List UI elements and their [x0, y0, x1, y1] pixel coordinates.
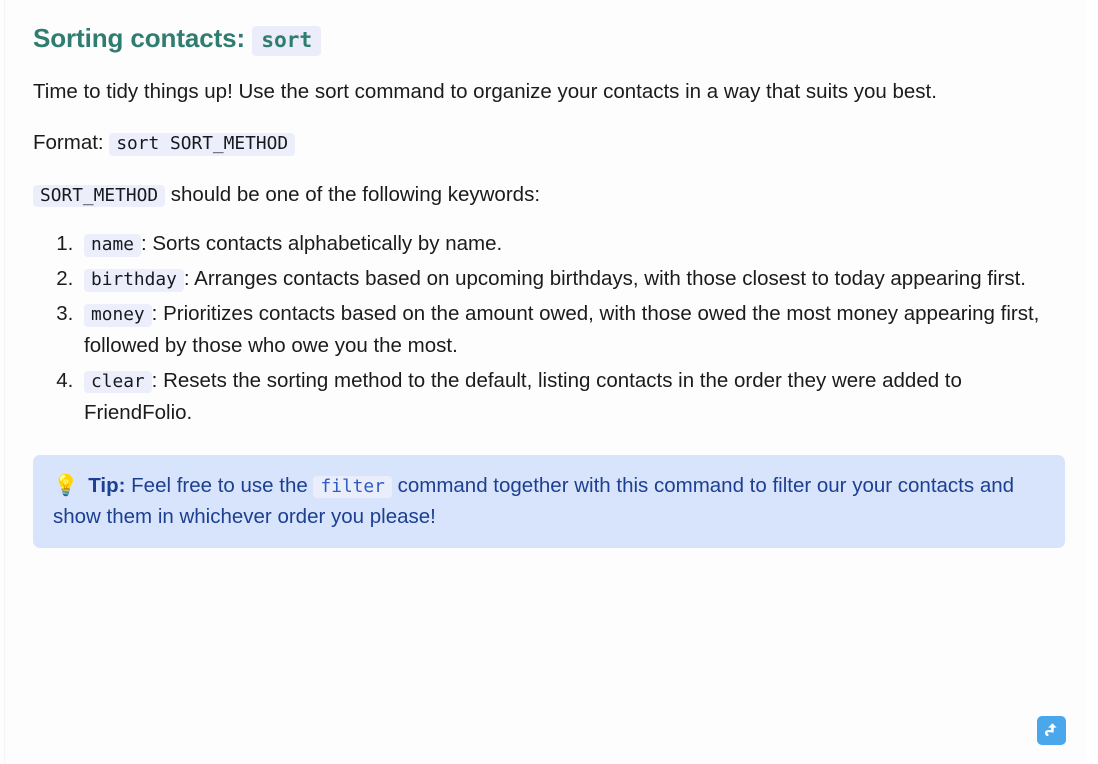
- page-title-code-sort: sort: [252, 26, 322, 57]
- keyword-separator: :: [183, 266, 190, 290]
- list-item: birthday: Arranges contacts based on upc…: [79, 263, 1073, 295]
- tip-text-before: Feel free to use the: [131, 473, 308, 497]
- format-label: Format:: [33, 131, 104, 155]
- list-item: money: Prioritizes contacts based on the…: [79, 298, 1073, 362]
- keyword-code-birthday: birthday: [84, 268, 184, 292]
- scroll-to-top-button[interactable]: [1037, 716, 1066, 745]
- intro-paragraph: Time to tidy things up! Use the sort com…: [33, 80, 937, 104]
- user-guide-page: Sorting contacts: sort Time to tidy thin…: [0, 0, 1098, 764]
- format-code: sort SORT_METHOD: [109, 133, 296, 157]
- keyword-separator: :: [151, 368, 158, 392]
- tip-callout: 💡 Tip: Feel free to use the filter comma…: [33, 454, 1065, 548]
- arrow-heading-up-icon: [1045, 723, 1057, 737]
- sort-method-code: SORT_METHOD: [33, 184, 166, 208]
- content-column: Sorting contacts: sort Time to tidy thin…: [33, 0, 1073, 548]
- list-item: clear: Resets the sorting method to the …: [79, 365, 1073, 429]
- list-item: name: Sorts contacts alphabetically by n…: [79, 228, 1073, 260]
- keyword-code-name: name: [84, 233, 141, 257]
- tip-code-filter: filter: [313, 475, 392, 499]
- keyword-intro-line: SORT_METHOD should be one of the followi…: [33, 179, 1065, 210]
- keyword-list: name: Sorts contacts alphabetically by n…: [33, 228, 1073, 429]
- keyword-code-money: money: [84, 303, 152, 327]
- keyword-description: Prioritizes contacts based on the amount…: [84, 301, 1040, 357]
- keyword-separator: :: [140, 231, 147, 255]
- keyword-intro-text: should be one of the following keywords:: [170, 182, 541, 206]
- keyword-description: Arranges contacts based on upcoming birt…: [194, 266, 1027, 290]
- format-line: Format: sort SORT_METHOD: [33, 127, 1065, 158]
- keyword-description: Sorts contacts alphabetically by name.: [152, 231, 503, 255]
- keyword-description: Resets the sorting method to the default…: [84, 368, 962, 424]
- lightbulb-icon: 💡: [53, 472, 79, 497]
- tip-label: Tip:: [88, 473, 126, 497]
- page-title-text: Sorting contacts:: [33, 23, 246, 53]
- page-title: Sorting contacts: sort: [33, 0, 1073, 57]
- keyword-separator: :: [151, 301, 158, 325]
- keyword-code-clear: clear: [84, 370, 152, 394]
